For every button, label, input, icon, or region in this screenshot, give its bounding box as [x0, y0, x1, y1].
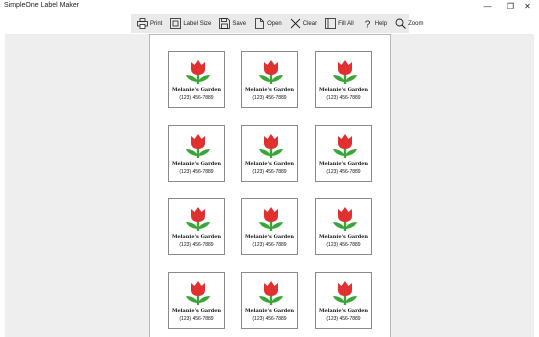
zoom-button[interactable]: Zoom: [392, 14, 426, 33]
label-phone: (123) 456-7889: [326, 316, 361, 322]
label-sheet: Melanie's Garden (123) 456-7889 Melanie's …: [149, 34, 391, 337]
zoom-label: Zoom: [408, 20, 424, 27]
open-button[interactable]: Open: [251, 14, 285, 33]
window-title: SimpleOne Label Maker: [4, 2, 80, 9]
label-phone: (123) 456-7889: [179, 169, 214, 175]
clear-button[interactable]: Clear: [287, 14, 320, 33]
label-cell[interactable]: Melanie's Garden (123) 456-7889: [315, 125, 372, 182]
label-phone: (123) 456-7889: [179, 95, 214, 101]
fill-all-button[interactable]: Fill All: [322, 14, 357, 33]
help-label: Help: [374, 20, 388, 27]
label-cell[interactable]: Melanie's Garden (123) 456-7889: [241, 272, 298, 329]
label-name: Melanie's Garden: [318, 87, 369, 93]
close-icon: ✕: [524, 2, 531, 11]
close-button[interactable]: ✕: [516, 0, 539, 13]
open-icon: [254, 18, 265, 29]
fill-all-label: Fill All: [338, 20, 354, 27]
minimize-button[interactable]: —: [476, 0, 499, 13]
save-label: Save: [232, 20, 247, 27]
svg-text:?: ?: [364, 20, 370, 30]
help-button[interactable]: ? Help: [359, 14, 390, 33]
label-cell[interactable]: Melanie's Garden (123) 456-7889: [315, 272, 372, 329]
label-size-icon: [170, 18, 182, 29]
open-label: Open: [267, 20, 282, 27]
label-cell[interactable]: Melanie's Garden (123) 456-7889: [315, 198, 372, 255]
minimize-icon: —: [483, 2, 492, 11]
label-name: Melanie's Garden: [171, 87, 222, 93]
label-cell[interactable]: Melanie's Garden (123) 456-7889: [168, 198, 225, 255]
label-phone: (123) 456-7889: [179, 242, 214, 248]
label-cell[interactable]: Melanie's Garden (123) 456-7889: [168, 125, 225, 182]
label-phone: (123) 456-7889: [252, 242, 287, 248]
label-name: Melanie's Garden: [318, 161, 369, 167]
label-phone: (123) 456-7889: [326, 169, 361, 175]
label-name: Melanie's Garden: [244, 161, 295, 167]
label-name: Melanie's Garden: [171, 308, 222, 314]
label-cell[interactable]: Melanie's Garden (123) 456-7889: [315, 51, 372, 108]
label-phone: (123) 456-7889: [252, 95, 287, 101]
clear-icon: [290, 18, 301, 29]
printer-icon: [137, 18, 148, 29]
label-phone: (123) 456-7889: [179, 316, 214, 322]
help-icon: ?: [362, 18, 373, 30]
print-label: Print: [150, 20, 163, 27]
label-size-button[interactable]: Label Size: [167, 14, 214, 33]
label-name: Melanie's Garden: [244, 87, 295, 93]
zoom-icon: [395, 18, 406, 29]
toolbar: Print Label Size Save Open Clear Fill Al…: [131, 14, 423, 33]
label-phone: (123) 456-7889: [252, 316, 287, 322]
label-phone: (123) 456-7889: [326, 242, 361, 248]
title-bar: SimpleOne Label Maker — ❐ ✕: [0, 0, 539, 13]
label-name: Melanie's Garden: [171, 234, 222, 240]
label-cell[interactable]: Melanie's Garden (123) 456-7889: [168, 272, 225, 329]
label-size-label: Label Size: [183, 20, 212, 27]
label-name: Melanie's Garden: [244, 308, 295, 314]
fill-all-icon: [325, 18, 336, 29]
label-cell[interactable]: Melanie's Garden (123) 456-7889: [241, 51, 298, 108]
label-name: Melanie's Garden: [244, 234, 295, 240]
clear-label: Clear: [302, 20, 318, 27]
print-button[interactable]: Print: [134, 14, 165, 33]
maximize-icon: ❐: [506, 2, 515, 11]
label-name: Melanie's Garden: [318, 308, 369, 314]
save-icon: [219, 18, 231, 29]
label-name: Melanie's Garden: [171, 161, 222, 167]
label-name: Melanie's Garden: [318, 234, 369, 240]
label-cell[interactable]: Melanie's Garden (123) 456-7889: [241, 198, 298, 255]
save-button[interactable]: Save: [216, 14, 249, 33]
label-cell[interactable]: Melanie's Garden (123) 456-7889: [241, 125, 298, 182]
label-phone: (123) 456-7889: [326, 95, 361, 101]
label-cell[interactable]: Melanie's Garden (123) 456-7889: [168, 51, 225, 108]
label-phone: (123) 456-7889: [252, 169, 287, 175]
